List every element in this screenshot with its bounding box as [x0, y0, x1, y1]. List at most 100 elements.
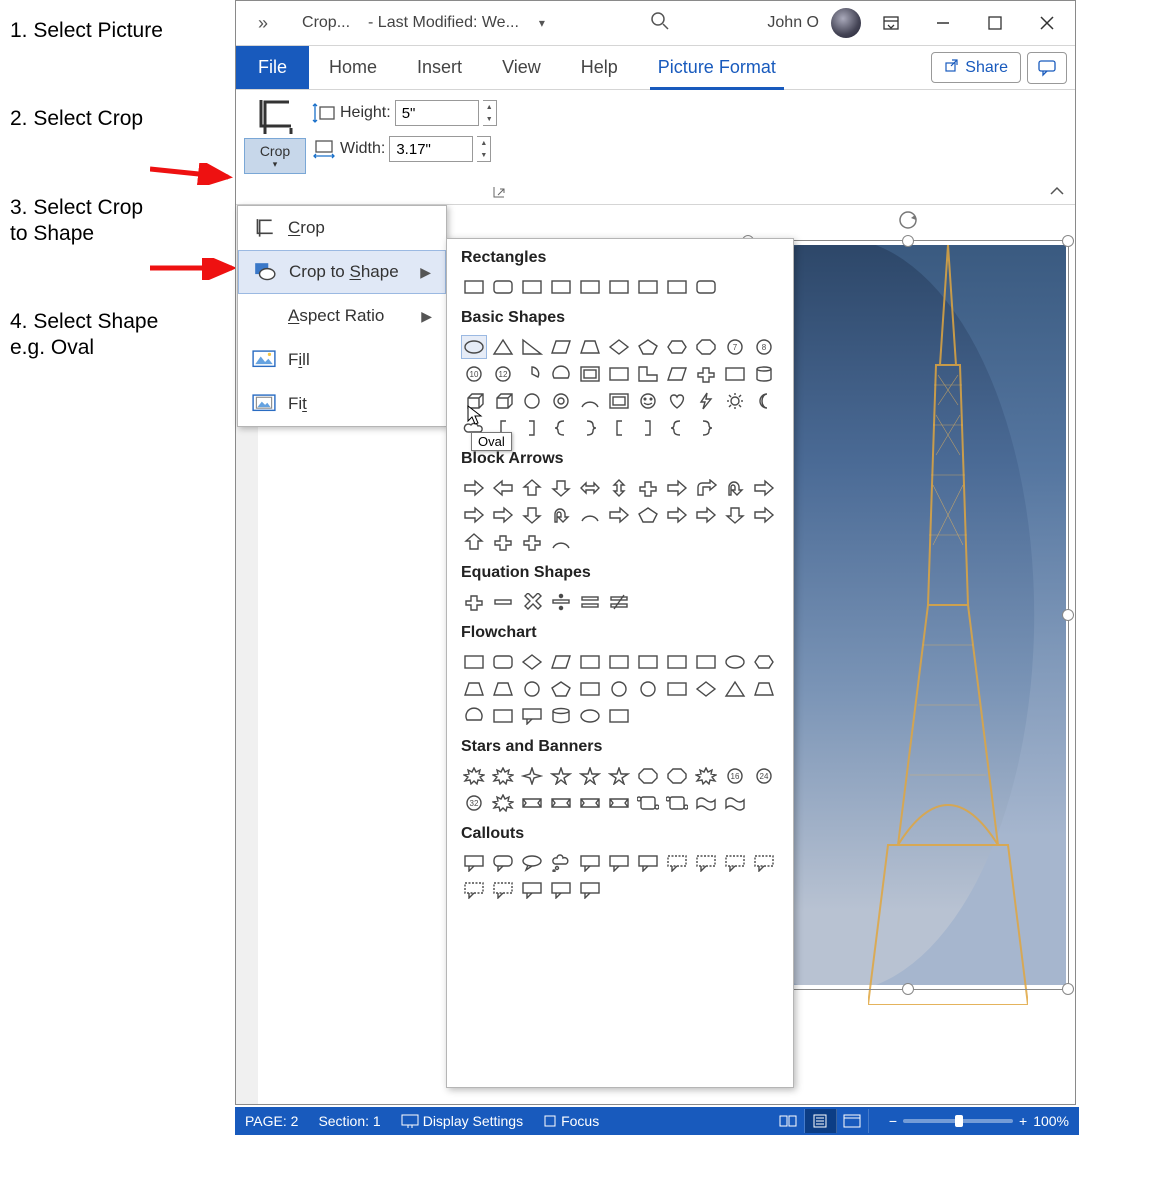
shape-arrow-u[interactable]: [519, 476, 545, 500]
shape-rect[interactable]: [548, 275, 574, 299]
shape-plus[interactable]: [461, 590, 487, 614]
status-focus[interactable]: Focus: [543, 1113, 599, 1129]
shape-arrow-r[interactable]: [664, 503, 690, 527]
shape-brace-r[interactable]: [577, 416, 603, 440]
shape-callout[interactable]: [548, 878, 574, 902]
shape-circle[interactable]: [519, 677, 545, 701]
shape-noteq[interactable]: [606, 590, 632, 614]
shape-[object Object][interactable]: 12: [490, 362, 516, 386]
shape-lshape[interactable]: [635, 362, 661, 386]
shape-donut[interactable]: [548, 389, 574, 413]
resize-handle-s[interactable]: [902, 983, 914, 995]
shape-rect[interactable]: [519, 275, 545, 299]
shape-banner[interactable]: [606, 791, 632, 815]
shape-burst[interactable]: [461, 764, 487, 788]
shape-callout-dash[interactable]: [722, 851, 748, 875]
shape-arrow-r[interactable]: [606, 503, 632, 527]
shape-callout[interactable]: [519, 704, 545, 728]
shape-banner[interactable]: [548, 791, 574, 815]
shape-lightning[interactable]: [693, 389, 719, 413]
shape-brace-l[interactable]: [548, 416, 574, 440]
maximize-button[interactable]: [973, 1, 1017, 45]
shape-trap[interactable]: [461, 677, 487, 701]
shape-brace-l[interactable]: [664, 416, 690, 440]
share-button[interactable]: Share: [931, 52, 1021, 83]
shape-roundrect[interactable]: [490, 650, 516, 674]
shape-star5[interactable]: [606, 764, 632, 788]
shape-triangle[interactable]: [490, 335, 516, 359]
shape-arc[interactable]: [577, 503, 603, 527]
shape-rect[interactable]: [606, 362, 632, 386]
shape-frame[interactable]: [577, 362, 603, 386]
shape-uturn[interactable]: [548, 503, 574, 527]
crop-icon[interactable]: [251, 96, 299, 138]
shape-divide[interactable]: [548, 590, 574, 614]
shape-pent[interactable]: [635, 335, 661, 359]
tab-help[interactable]: Help: [561, 46, 638, 89]
ribbon-mode-button[interactable]: [869, 1, 913, 45]
shape-rect[interactable]: [693, 650, 719, 674]
shape-rect[interactable]: [664, 677, 690, 701]
menu-crop[interactable]: Crop: [238, 206, 446, 250]
shape-arrow-d[interactable]: [519, 503, 545, 527]
user-avatar[interactable]: [831, 8, 861, 38]
shape-diamond[interactable]: [693, 677, 719, 701]
shape-callout[interactable]: [606, 851, 632, 875]
shape-star5[interactable]: [548, 764, 574, 788]
shape-rect[interactable]: [577, 275, 603, 299]
shape-oval[interactable]: [461, 335, 487, 359]
shape-chord[interactable]: [548, 362, 574, 386]
shape-[object Object][interactable]: 7: [722, 335, 748, 359]
status-section[interactable]: Section: 1: [318, 1113, 380, 1129]
shape-arrow-l[interactable]: [490, 476, 516, 500]
shape-arrow-d[interactable]: [722, 503, 748, 527]
shape-bent-r[interactable]: [693, 476, 719, 500]
shape-arrow-r[interactable]: [693, 503, 719, 527]
view-print-layout[interactable]: [805, 1109, 837, 1133]
shape-arrow-r[interactable]: [664, 476, 690, 500]
shape-arrow-ud[interactable]: [606, 476, 632, 500]
menu-aspect-ratio[interactable]: Aspect Ratio ▶: [238, 294, 446, 338]
resize-handle-ne[interactable]: [1062, 235, 1074, 247]
shape-callout[interactable]: [577, 851, 603, 875]
shape-callout[interactable]: [519, 878, 545, 902]
shape-rect[interactable]: [606, 650, 632, 674]
shape-trap[interactable]: [751, 677, 777, 701]
shape-brace-r[interactable]: [693, 416, 719, 440]
rotate-handle[interactable]: [897, 209, 919, 231]
shape-rect[interactable]: [635, 275, 661, 299]
shape-rect[interactable]: [461, 650, 487, 674]
shape-arrow-u[interactable]: [461, 530, 487, 554]
shape-burst[interactable]: [490, 791, 516, 815]
resize-handle-e[interactable]: [1062, 609, 1074, 621]
shape-oct[interactable]: [664, 764, 690, 788]
resize-handle-se[interactable]: [1062, 983, 1074, 995]
zoom-in-button[interactable]: +: [1019, 1113, 1027, 1129]
tab-picture-format[interactable]: Picture Format: [638, 46, 796, 89]
width-spinner[interactable]: ▲▼: [477, 136, 491, 162]
shape-callout-r[interactable]: [490, 851, 516, 875]
user-name[interactable]: John O: [767, 14, 823, 32]
shape-callout-dash[interactable]: [461, 878, 487, 902]
shape-arrow-r[interactable]: [751, 476, 777, 500]
menu-crop-to-shape[interactable]: Crop to Shape ▶: [238, 250, 446, 294]
view-web-layout[interactable]: [837, 1109, 869, 1133]
shape-oct[interactable]: [693, 335, 719, 359]
shape-arc[interactable]: [577, 389, 603, 413]
shape-banner[interactable]: [519, 791, 545, 815]
shape-heart[interactable]: [664, 389, 690, 413]
shape-rtri[interactable]: [519, 335, 545, 359]
shape-hex[interactable]: [664, 335, 690, 359]
shape-arrow-d[interactable]: [548, 476, 574, 500]
size-dialog-launcher[interactable]: [492, 185, 506, 202]
tab-home[interactable]: Home: [309, 46, 397, 89]
shape-[object Object][interactable]: 32: [461, 791, 487, 815]
shape-callout-cloud[interactable]: [548, 851, 574, 875]
menu-fit[interactable]: Fit: [238, 382, 446, 426]
shape-callout-dash[interactable]: [693, 851, 719, 875]
zoom-level[interactable]: 100%: [1033, 1113, 1069, 1129]
shape-callout-dash[interactable]: [751, 851, 777, 875]
resize-handle-n[interactable]: [902, 235, 914, 247]
shape-cube[interactable]: [490, 389, 516, 413]
shape-plus[interactable]: [693, 362, 719, 386]
